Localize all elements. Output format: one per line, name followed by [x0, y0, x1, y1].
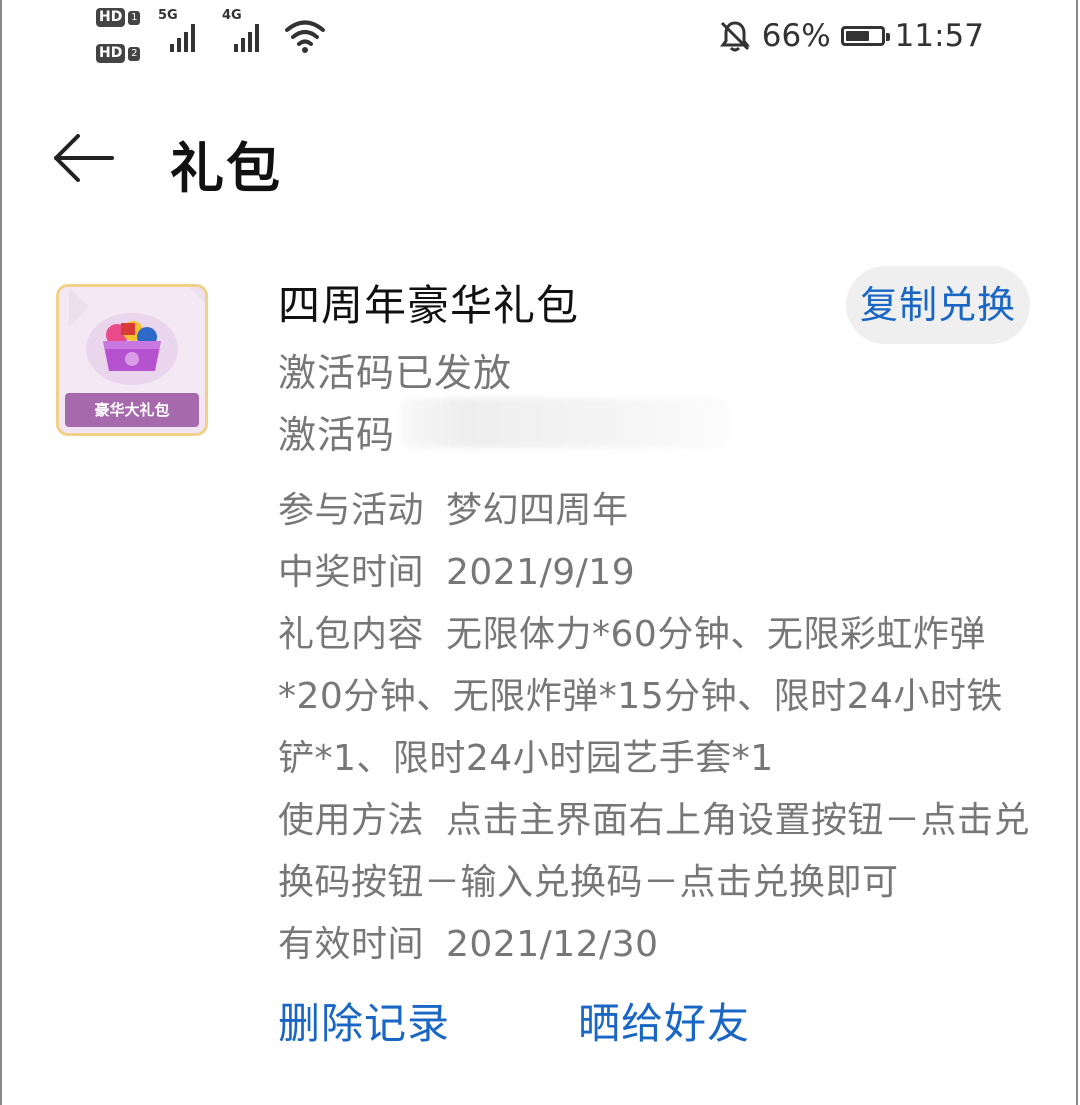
gift-thumbnail: 豪华大礼包 — [56, 284, 208, 436]
status-right: 66% 11:57 — [718, 18, 984, 54]
detail-row-contents: 礼包内容 无限体力*60分钟、无限彩虹炸弹*20分钟、无限炸弹*15分钟、限时24… — [278, 604, 1038, 790]
status-bar: HD 1 HD 2 5G 4G 66% 11:57 — [0, 0, 1080, 80]
hd-badge-2: HD 2 — [96, 44, 141, 63]
detail-row-win-time: 中奖时间 2021/9/19 — [278, 542, 1038, 604]
back-button[interactable] — [52, 130, 116, 186]
share-to-friends-link[interactable]: 晒给好友 — [578, 990, 750, 1051]
copy-redeem-button[interactable]: 复制兑换 — [846, 266, 1030, 344]
gift-basket-icon — [59, 287, 205, 397]
page-title: 礼包 — [170, 137, 282, 200]
bell-muted-icon — [719, 21, 750, 52]
thumbnail-label: 豪华大礼包 — [65, 393, 199, 427]
battery-percent: 66% — [761, 18, 831, 54]
battery-icon — [840, 26, 890, 46]
clock: 11:57 — [894, 18, 984, 54]
code-label: 激活码 — [278, 413, 396, 457]
detail-value: 2021/9/19 — [446, 552, 636, 593]
gift-status: 激活码已发放 — [278, 351, 513, 395]
detail-value: 2021/12/30 — [446, 924, 659, 965]
detail-key: 礼包内容 — [278, 614, 425, 655]
detail-key: 参与活动 — [278, 490, 425, 531]
gift-details: 参与活动 梦幻四周年 中奖时间 2021/9/19 礼包内容 无限体力*60分钟、无限… — [278, 480, 1038, 976]
code-value-redacted — [400, 398, 730, 448]
detail-key: 有效时间 — [278, 924, 425, 965]
detail-row-usage: 使用方法 点击主界面右上角设置按钮－点击兑换码按钮－输入兑换码－点击兑换即可 — [278, 790, 1038, 914]
detail-key: 中奖时间 — [278, 552, 425, 593]
wifi-icon — [285, 20, 325, 53]
detail-row-activity: 参与活动 梦幻四周年 — [278, 480, 1038, 542]
detail-key: 使用方法 — [278, 800, 425, 841]
gift-name: 四周年豪华礼包 — [278, 281, 580, 330]
detail-value: 梦幻四周年 — [446, 490, 629, 531]
detail-row-expiry: 有效时间 2021/12/30 — [278, 914, 1038, 976]
delete-record-link[interactable]: 删除记录 — [278, 990, 450, 1051]
title-bar: 礼包 — [0, 118, 1080, 202]
hd-badge-1: HD 1 — [96, 8, 141, 27]
arrow-left-icon — [54, 134, 114, 182]
